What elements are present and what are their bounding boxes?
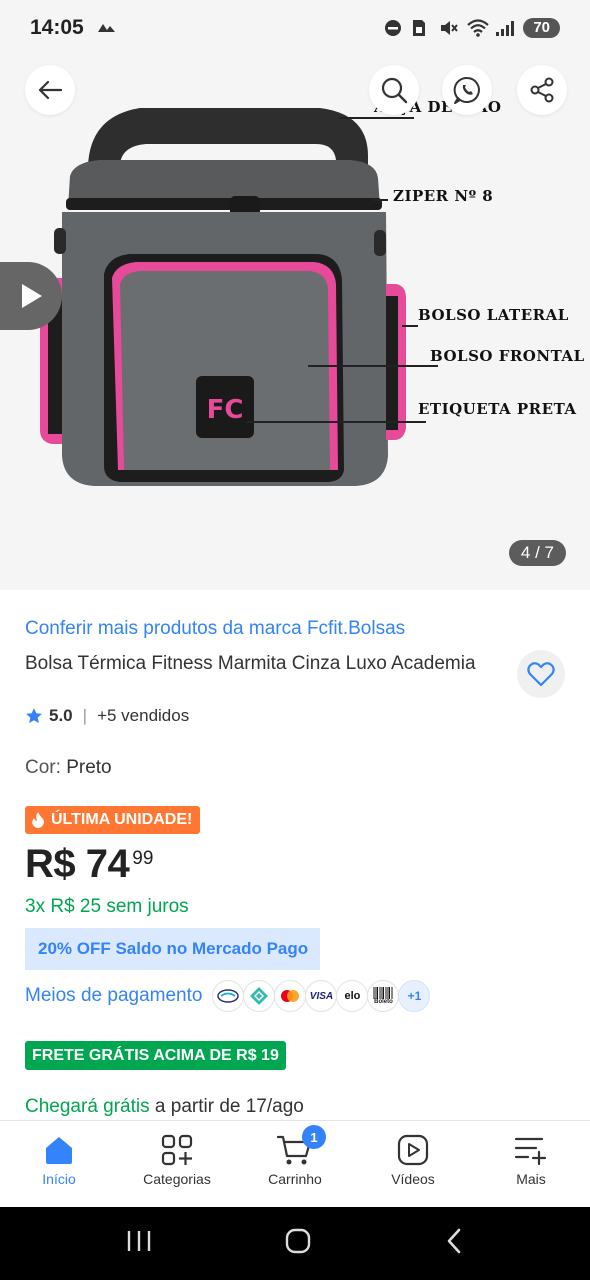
more-icon	[514, 1137, 547, 1166]
elo-icon: elo	[336, 980, 369, 1012]
arrival-free: Chegará grátis	[25, 1096, 150, 1117]
annotation-zipper: ZIPER Nº 8	[393, 187, 494, 205]
star-icon	[26, 708, 42, 724]
annotation-line	[402, 325, 418, 327]
back-button[interactable]	[25, 65, 75, 115]
price-cents: 99	[132, 848, 154, 869]
mercado-pago-icon	[212, 980, 245, 1012]
image-counter: 4 / 7	[508, 540, 566, 566]
product-gallery[interactable]: FC ALÇA DE MÃO ZIPER Nº 8 BOLSO LATERAL …	[0, 56, 590, 590]
arrow-left-icon	[38, 80, 63, 100]
system-nav-bar	[0, 1207, 590, 1280]
last-unit-badge: ÚLTIMA UNIDADE!	[25, 806, 201, 834]
battery-indicator: 70	[523, 18, 560, 38]
home-circle-icon	[285, 1228, 311, 1254]
nav-label: Início	[42, 1171, 76, 1187]
categories-icon	[161, 1134, 193, 1166]
wifi-icon	[467, 19, 490, 37]
chevron-left-icon	[447, 1228, 461, 1254]
arrival-info: Chegará grátis a partir de 17/ago	[25, 1096, 304, 1118]
nav-label: Carrinho	[268, 1171, 322, 1187]
divider: |	[82, 706, 88, 725]
boleto-label: Boleto	[374, 999, 393, 1005]
search-icon	[381, 77, 408, 104]
recent-apps-icon	[127, 1231, 151, 1251]
status-time: 14:05	[30, 16, 84, 39]
annotation-line	[372, 199, 388, 201]
price-main: R$ 74	[25, 842, 130, 886]
last-unit-text: ÚLTIMA UNIDADE!	[51, 811, 193, 828]
nav-label: Categorias	[143, 1171, 211, 1187]
whatsapp-button[interactable]	[442, 65, 492, 115]
payment-methods[interactable]: Meios de pagamento VISA elo Boleto +1	[25, 980, 431, 1012]
free-shipping-badge: FRETE GRÁTIS ACIMA DE R$ 19	[25, 1041, 286, 1070]
installments: 3x R$ 25 sem juros	[25, 896, 189, 917]
favorite-button[interactable]	[517, 650, 565, 698]
annotation-line	[340, 117, 414, 119]
share-button[interactable]	[517, 65, 567, 115]
heart-icon	[527, 662, 555, 687]
search-button[interactable]	[369, 65, 419, 115]
nav-categories[interactable]: Categorias	[118, 1121, 236, 1207]
mastercard-icon	[274, 980, 307, 1012]
price: R$ 74 99	[25, 842, 153, 887]
color-value: Preto	[66, 757, 112, 778]
brand-link[interactable]: Conferir mais produtos da marca Fcfit.Bo…	[25, 618, 405, 640]
nav-more[interactable]: Mais	[472, 1121, 590, 1207]
color-label: Cor:	[25, 757, 67, 778]
annotation-side-pocket: BOLSO LATERAL	[418, 306, 569, 324]
notification-icon	[97, 20, 116, 36]
nav-cart[interactable]: 1 Carrinho	[236, 1121, 354, 1207]
visa-icon: VISA	[305, 980, 338, 1012]
home-icon	[46, 1137, 72, 1164]
annotation-label: ETIQUETA PRETA	[418, 400, 577, 418]
bottom-nav: Início Categorias 1 Carrinho Vídeos Mais	[0, 1120, 590, 1207]
status-bar: 14:05 70	[0, 0, 590, 56]
rating-value: 5.0	[49, 706, 73, 725]
dnd-icon	[383, 19, 403, 37]
recent-apps-button[interactable]	[126, 1229, 152, 1258]
promo-banner: 20% OFF Saldo no Mercado Pago	[25, 928, 320, 970]
annotation-front-pocket: BOLSO FRONTAL	[430, 347, 585, 365]
signal-icon	[495, 19, 515, 37]
annotation-line	[308, 365, 438, 367]
rating-row: 5.0 | +5 vendidos	[25, 706, 189, 726]
pix-icon	[243, 980, 276, 1012]
nav-label: Vídeos	[391, 1171, 435, 1187]
video-icon	[397, 1134, 429, 1166]
nav-videos[interactable]: Vídeos	[354, 1121, 472, 1207]
svg-text:FC: FC	[207, 395, 244, 425]
color-selector[interactable]: Cor: Preto	[25, 757, 112, 779]
sim-icon	[411, 19, 431, 37]
share-icon	[530, 77, 554, 103]
annotation-line	[246, 421, 426, 423]
product-title: Bolsa Térmica Fitness Marmita Cinza Luxo…	[25, 653, 476, 674]
arrival-date: a partir de 17/ago	[149, 1096, 304, 1117]
boleto-icon: Boleto	[367, 980, 400, 1012]
payment-methods-link[interactable]: Meios de pagamento	[25, 985, 202, 1007]
nav-home[interactable]: Início	[0, 1121, 118, 1207]
mute-icon	[439, 19, 459, 37]
fire-icon	[32, 812, 44, 828]
whatsapp-icon	[453, 76, 480, 104]
play-icon	[22, 284, 42, 308]
back-system-button[interactable]	[444, 1227, 464, 1260]
more-payments-badge[interactable]: +1	[398, 980, 431, 1012]
nav-label: Mais	[516, 1171, 546, 1187]
sold-count: +5 vendidos	[97, 706, 190, 725]
home-system-button[interactable]	[284, 1227, 312, 1260]
cart-badge: 1	[302, 1125, 326, 1149]
